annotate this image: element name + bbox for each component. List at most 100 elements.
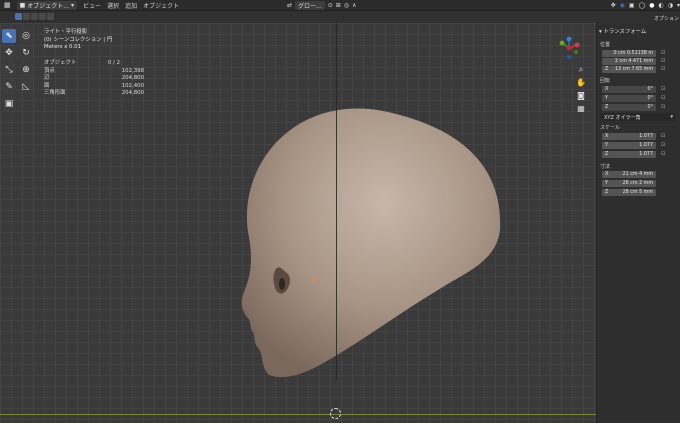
dimensions-x-field[interactable]: X 21 cm 4 mm [602,171,656,178]
navigation-gizmo[interactable] [557,36,581,60]
tool-settings-bar [0,11,680,23]
gizmo-neg-x-axis[interactable] [566,45,572,51]
stat-label: 三角形面 [44,90,66,97]
lock-icon[interactable]: ⊡ [661,133,667,139]
pan-hand-icon[interactable]: ✋ [576,78,586,88]
add-cube-tool[interactable]: ▣ [2,97,16,111]
navigation-buttons: ⌕ ✋ ◙ ▦ [576,65,586,117]
scene-statistics: オブジェクト 0 / 2 頂点 102,398 辺 204,800 面 102,400 … [44,60,144,98]
field-value: 1.077 [639,152,653,157]
proportional-edit-icon[interactable]: ◎ [344,2,349,9]
field-value: 2 cm 4.471 mm [614,59,653,64]
field-value: 26 cm 2 mm [622,181,653,186]
editor-type-icon[interactable]: ▦ [4,1,11,9]
scale-tool[interactable]: ⤡ [2,63,16,77]
axis-label: Z [605,105,609,110]
lock-icon[interactable]: ⊡ [661,104,667,110]
transform-panel-header[interactable]: ▾ トランスフォーム [599,27,646,35]
location-z-field[interactable]: Z 13 cm 7.65 mm [602,66,656,73]
origin-point-icon [312,277,316,281]
rotation-mode-dropdown[interactable]: XYZ オイラー角 ▾ [600,113,676,121]
gizmo-y-axis[interactable] [559,40,565,46]
scale-label: スケール [600,125,621,131]
overlay-toggle-icon[interactable]: ◉ [620,2,625,9]
stat-label: 辺 [44,75,50,82]
scale-y-field[interactable]: Y 1.077 [602,142,656,149]
axis-label: X [605,134,609,139]
gizmo-neg-z-axis[interactable] [567,55,571,59]
orientation-icon: ⇄ [287,2,293,9]
move-tool[interactable]: ✥ [2,46,16,60]
stat-label: 頂点 [44,67,55,74]
stat-row: オブジェクト 0 / 2 [44,60,144,68]
chevron-down-icon: ▾ [670,114,673,120]
select-subtract-icon[interactable] [31,13,38,20]
select-intersect-icon[interactable] [47,13,54,20]
axis-label: Z [605,190,609,195]
lock-icon[interactable]: ⊡ [661,151,667,157]
zoom-icon[interactable]: ⌕ [576,65,586,75]
collection-name: (0) シーンコレクション | 円 [44,36,113,43]
falloff-icon[interactable]: ∧ [352,2,356,9]
dimensions-y-field[interactable]: Y 26 cm 2 mm [602,180,656,187]
rotation-x-field[interactable]: X 0° [602,86,656,93]
object-mode-icon: ■ [19,1,26,9]
xray-icon[interactable]: ▣ [629,2,635,9]
lock-icon[interactable]: ⊡ [661,95,667,101]
transform-orientation-dropdown[interactable]: グロー... [295,1,325,10]
lock-icon[interactable]: ⊡ [661,142,667,148]
snap-icon[interactable]: ⊞ [336,2,341,9]
cursor-tool[interactable]: ◎ [19,29,33,43]
shading-wire-icon[interactable]: ◯ [639,2,646,9]
stat-value: 102,398 [121,67,144,74]
gizmo-z-axis[interactable] [566,36,572,42]
menu-select[interactable]: 選択 [107,1,119,10]
rotation-y-field[interactable]: Y 0° [602,95,656,102]
stat-row: 頂点 102,398 [44,68,144,76]
gizmo-neg-y-axis[interactable] [574,50,578,54]
field-value: 0° [647,96,653,101]
select-extend-icon[interactable] [23,13,30,20]
gizmo-x-axis[interactable] [574,42,580,48]
rotation-z-field[interactable]: Z 0° [602,104,656,111]
menu-add[interactable]: 追加 [125,1,137,10]
head-mesh[interactable] [238,102,508,382]
select-mode-group [15,13,54,20]
dimensions-z-field[interactable]: Z 28 cm 5 mm [602,189,656,196]
sidebar-tab-options[interactable]: オプション [653,14,680,23]
lock-icon[interactable]: ⊡ [661,58,667,64]
rotate-tool[interactable]: ↻ [19,46,33,60]
axis-label: Y [605,143,608,148]
dropdown-value: XYZ オイラー角 [604,114,641,121]
measure-tool[interactable]: ◺ [19,80,33,94]
axis-label: Y [605,181,608,186]
lock-icon[interactable]: ⊡ [661,86,667,92]
menu-object[interactable]: オブジェクト [143,1,179,10]
shading-material-icon[interactable]: ◐ [658,2,663,9]
scale-x-field[interactable]: X 1.077 [602,133,656,140]
stat-label: オブジェクト [44,60,77,66]
location-x-field[interactable]: 0 cm 0.51138 m [602,50,656,57]
lock-icon[interactable]: ⊡ [661,66,667,72]
shading-rendered-icon[interactable]: ◑ [668,2,673,9]
stat-value: 0 / 2 [107,60,120,66]
field-value: 1.077 [639,143,653,148]
mode-dropdown[interactable]: ■ オブジェクト... ▾ [16,0,78,10]
transform-tool[interactable]: ⊕ [19,63,33,77]
gizmo-toggle-icon[interactable]: ✥ [611,2,616,9]
pivot-icon[interactable]: ⊙ [328,2,333,9]
select-invert-icon[interactable] [39,13,46,20]
mode-label: オブジェクト... [27,2,70,10]
camera-icon[interactable]: ◙ [576,91,586,101]
grid-view-icon[interactable]: ▦ [576,104,586,114]
select-box-tool[interactable]: ⬉ [2,29,16,43]
field-value: 13 cm 7.65 mm [614,67,653,72]
annotate-tool[interactable]: ✎ [2,80,16,94]
menu-view[interactable]: ビュー [83,1,101,10]
lock-icon[interactable]: ⊡ [661,50,667,56]
shading-solid-icon[interactable]: ● [649,2,654,9]
scale-z-field[interactable]: Z 1.077 [602,151,656,158]
3d-cursor-icon[interactable] [330,408,341,419]
location-y-field[interactable]: 2 cm 4.471 mm [602,58,656,65]
select-new-icon[interactable] [15,13,22,20]
